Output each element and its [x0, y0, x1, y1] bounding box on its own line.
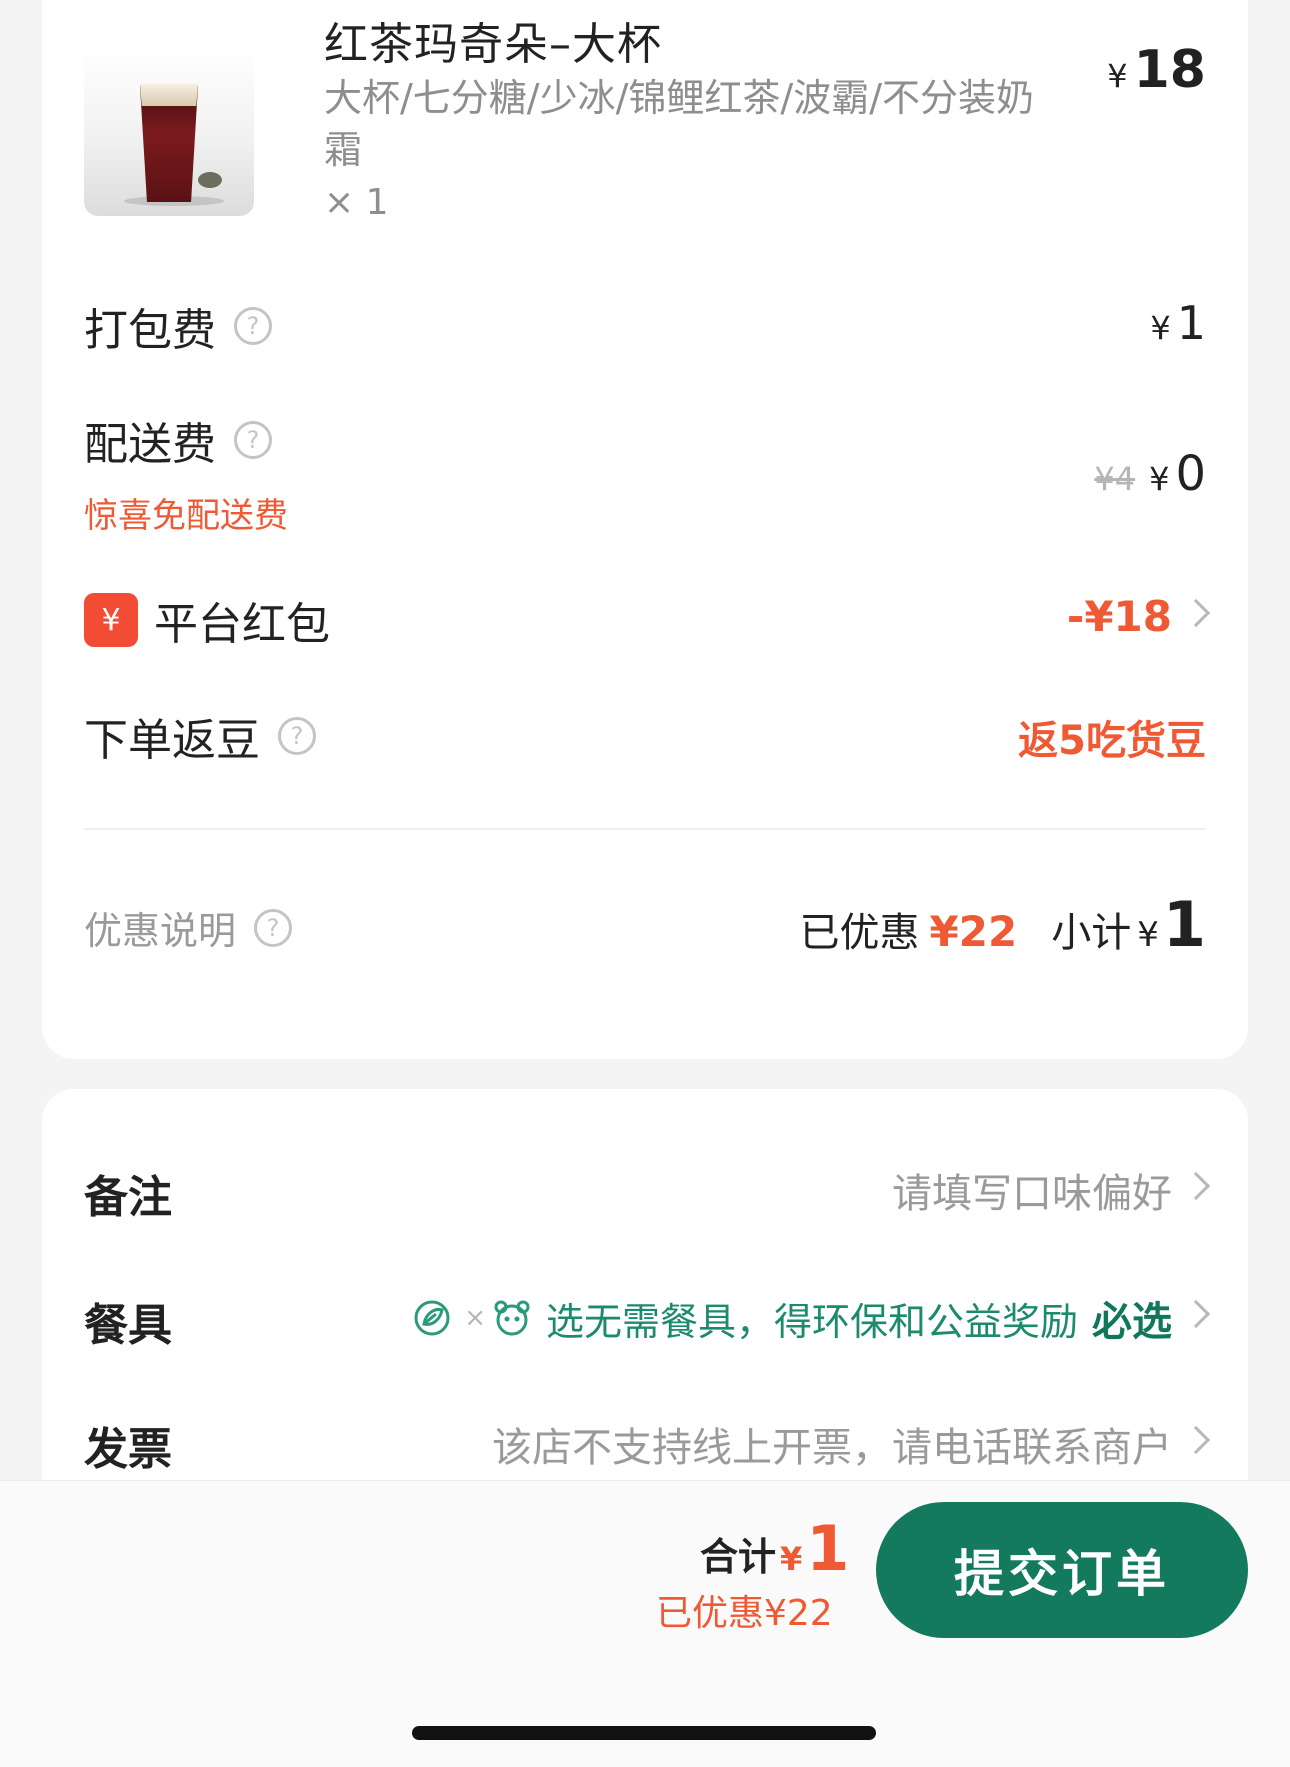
invoice-row[interactable]: 该店不支持线上开票，请电话联系商户: [492, 1415, 1211, 1473]
beans-value: 返5吃货豆: [1018, 718, 1206, 764]
delivery-fee-value: 0: [1175, 446, 1206, 502]
delivery-promo: 惊喜免配送费: [84, 496, 288, 536]
invoice-label: 发票: [84, 1424, 172, 1475]
packing-fee-row: 打包费 ?: [84, 294, 272, 358]
footer-saved: 已优惠¥22: [656, 1593, 833, 1634]
total-row: 合计 ¥ 1: [700, 1512, 849, 1585]
divider: [84, 828, 1206, 830]
chevron-right-icon: [1181, 1299, 1211, 1329]
chevron-right-icon: [1181, 1171, 1211, 1201]
question-icon[interactable]: ?: [234, 307, 272, 345]
beans-row: 下单返豆 ?: [84, 704, 316, 768]
red-packet-icon: ¥: [84, 593, 138, 647]
packing-fee-price: ¥1: [1150, 296, 1206, 350]
utensils-required: 必选: [1092, 1299, 1172, 1345]
product-quantity: × 1: [324, 182, 389, 223]
chevron-right-icon: [1181, 1425, 1211, 1455]
panda-icon: [492, 1298, 532, 1338]
price-currency: ¥: [1107, 57, 1128, 95]
invoice-text: 该店不支持线上开票，请电话联系商户: [492, 1425, 1172, 1471]
discount-info-label: 优惠说明: [84, 909, 237, 953]
question-icon[interactable]: ?: [278, 717, 316, 755]
product-spec: 大杯/七分糖/少冰/锦鲤红茶/波霸/不分装奶霜: [324, 76, 1035, 172]
order-summary-card: 红茶玛奇朵–大杯 大杯/七分糖/少冰/锦鲤红茶/波霸/不分装奶霜 × 1 ¥18…: [42, 0, 1248, 1059]
utensils-hint: 选无需餐具，得环保和公益奖励: [545, 1299, 1078, 1344]
product-image: [84, 46, 254, 216]
question-icon[interactable]: ?: [254, 908, 293, 947]
note-label: 备注: [84, 1172, 172, 1223]
packing-fee-label: 打包费: [84, 305, 216, 356]
price-value: 18: [1133, 40, 1206, 100]
total-currency: ¥: [780, 1540, 803, 1578]
cup-foam: [140, 84, 198, 106]
red-packet-row[interactable]: ¥ 平台红包: [84, 588, 330, 652]
delivery-fee-row: 配送费 ?: [84, 408, 272, 472]
subtotal-currency: ¥: [1137, 915, 1159, 955]
saved-value: ¥22: [929, 907, 1018, 956]
home-indicator[interactable]: [412, 1726, 876, 1740]
delivery-fee-price: ¥4 ¥0: [1094, 446, 1206, 502]
tea-leaves: [198, 172, 222, 188]
subtotal-value: 1: [1162, 888, 1206, 961]
question-icon[interactable]: ?: [234, 421, 272, 459]
product-title: 红茶玛奇朵–大杯: [324, 19, 662, 70]
beans-label: 下单返豆: [84, 715, 260, 766]
subtotal-label: 小计: [1051, 910, 1132, 956]
chevron-right-icon: [1181, 598, 1211, 627]
packing-fee-value: 1: [1176, 296, 1206, 350]
times-icon: ×: [464, 1303, 486, 1333]
packing-fee-currency: ¥: [1150, 309, 1171, 347]
delivery-fee-currency: ¥: [1149, 460, 1170, 498]
discount-info[interactable]: 优惠说明 ?: [84, 900, 293, 955]
total-value: 1: [806, 1512, 850, 1585]
saved-label: 已优惠: [799, 910, 920, 956]
utensils-label: 餐具: [84, 1300, 172, 1351]
utensils-row[interactable]: × 选无需餐具，得环保和公益奖励 必选: [412, 1289, 1211, 1347]
delivery-fee-original: ¥4: [1094, 460, 1136, 498]
red-packet-value: -¥18: [1066, 592, 1172, 641]
total-label: 合计: [700, 1535, 777, 1579]
product-price: ¥18: [1107, 40, 1206, 100]
delivery-fee-label: 配送费: [84, 419, 216, 470]
submit-order-button[interactable]: 提交订单: [876, 1502, 1248, 1638]
order-options-card: 备注 请填写口味偏好 餐具 × 选无需餐具，得环保和公益奖励 必选 发票 该店不…: [42, 1089, 1248, 1509]
subtotal-row: 已优惠 ¥22 小计 ¥ 1: [800, 888, 1206, 961]
red-packet-label: 平台红包: [154, 599, 330, 650]
red-packet-value-row[interactable]: -¥18: [1066, 592, 1211, 641]
note-placeholder: 请填写口味偏好: [892, 1171, 1172, 1217]
leaf-icon: [412, 1298, 452, 1338]
note-row[interactable]: 请填写口味偏好: [892, 1161, 1211, 1219]
